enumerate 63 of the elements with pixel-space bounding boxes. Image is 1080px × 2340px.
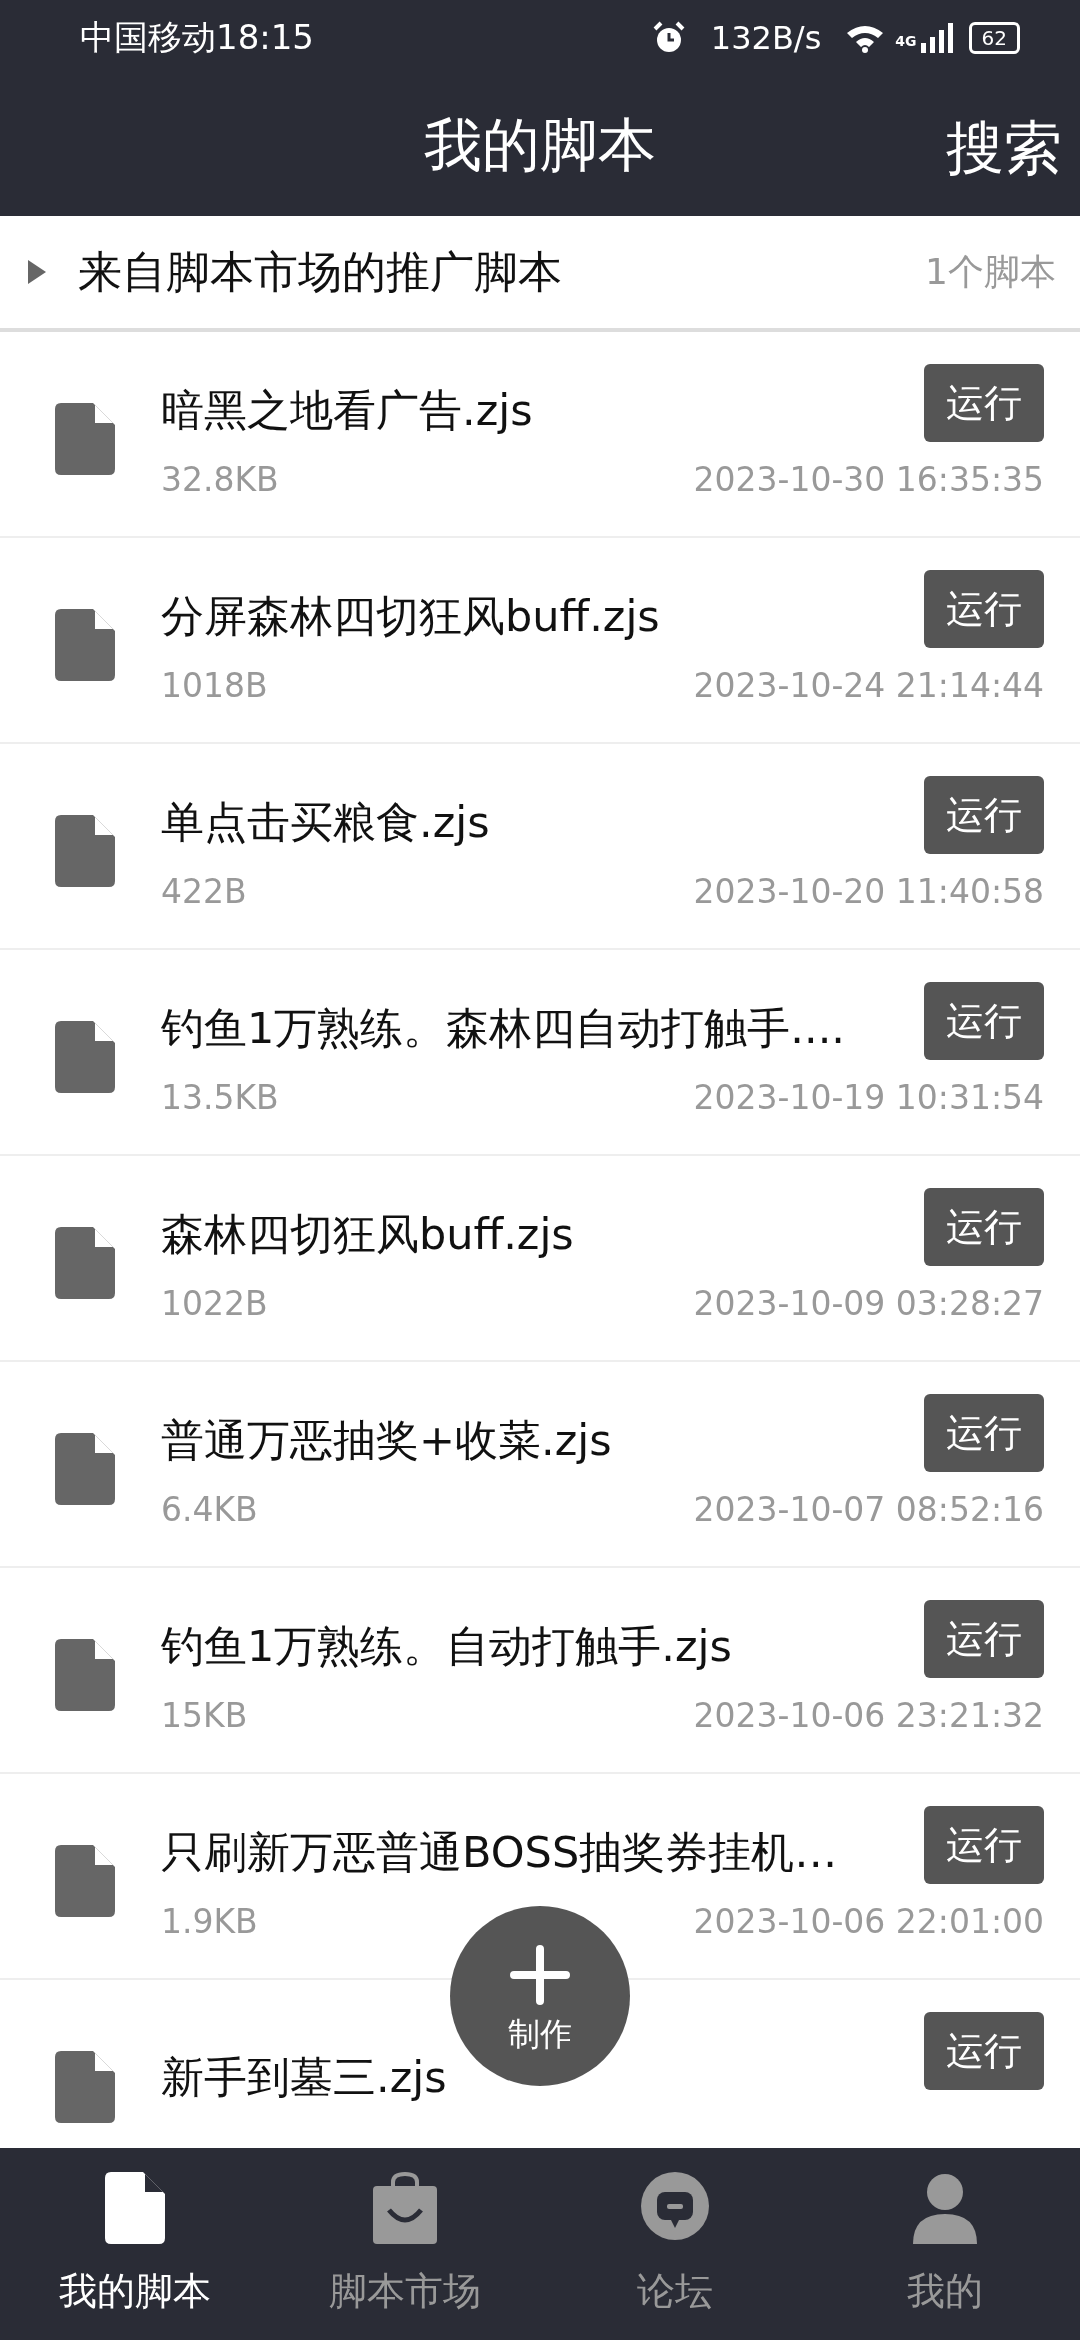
file-icon (55, 403, 115, 475)
document-icon (105, 2171, 165, 2244)
file-size: 1022B (161, 1283, 268, 1323)
run-button[interactable]: 运行 (924, 982, 1044, 1060)
script-name: 暗黑之地看广告.zjs (161, 383, 533, 437)
run-button[interactable]: 运行 (924, 776, 1044, 854)
file-size: 1.9KB (161, 1901, 258, 1941)
file-icon (55, 1845, 115, 1917)
script-name: 普通万恶抽奖+收菜.zjs (161, 1413, 612, 1467)
modified-date: 2023-10-06 22:01:00 (693, 1901, 1044, 1941)
group-title: 来自脚本市场的推广脚本 (78, 244, 563, 299)
run-button[interactable]: 运行 (924, 1806, 1044, 1884)
search-button[interactable]: 搜索 (946, 110, 1062, 188)
file-icon (55, 1227, 115, 1299)
script-name: 只刷新万恶普通BOSS抽奖券挂机… (161, 1825, 838, 1879)
file-icon (55, 1021, 115, 1093)
group-header[interactable]: 来自脚本市场的推广脚本 1个脚本 (0, 216, 1080, 332)
modified-date: 2023-10-06 23:21:32 (693, 1695, 1044, 1735)
modified-date: 2023-10-09 03:28:27 (693, 1283, 1044, 1323)
run-button[interactable]: 运行 (924, 1600, 1044, 1678)
file-size: 13.5KB (161, 1077, 279, 1117)
file-icon (55, 609, 115, 681)
script-name: 森林四切狂风buff.zjs (161, 1207, 574, 1261)
carrier-time: 中国移动18:15 (80, 16, 314, 59)
file-size: 32.8KB (161, 459, 279, 499)
script-name: 新手到墓三.zjs (161, 2051, 447, 2104)
nav-tab[interactable]: 我的 (810, 2148, 1080, 2340)
modified-date: 2023-10-24 21:14:44 (693, 665, 1044, 705)
nav-tab[interactable]: 脚本市场 (270, 2148, 540, 2340)
plus-icon (510, 1944, 570, 2005)
script-name: 钓鱼1万熟练。森林四自动打触手.... (161, 1001, 846, 1055)
wifi-icon (845, 23, 886, 53)
create-button[interactable]: 制作 (450, 1906, 630, 2086)
run-button[interactable]: 运行 (924, 1394, 1044, 1472)
file-size: 422B (161, 871, 247, 911)
nav-tab[interactable]: 我的脚本 (0, 2148, 270, 2340)
run-button[interactable]: 运行 (924, 1188, 1044, 1266)
signal-icon (920, 23, 953, 53)
nav-tab[interactable]: 论坛 (540, 2148, 810, 2340)
file-size: 6.4KB (161, 1489, 258, 1529)
script-name: 分屏森林四切狂风buff.zjs (161, 589, 660, 643)
script-name: 单点击买粮食.zjs (161, 795, 490, 849)
file-size: 1018B (161, 665, 268, 705)
file-size: 15KB (161, 1695, 248, 1735)
file-icon (55, 2051, 115, 2123)
run-button[interactable]: 运行 (924, 2012, 1044, 2090)
file-icon (55, 1639, 115, 1711)
modified-date: 2023-10-07 08:52:16 (693, 1489, 1044, 1529)
network-type: 4G (895, 33, 917, 49)
person-icon (913, 2171, 977, 2244)
battery-indicator: 62 (968, 22, 1020, 54)
modified-date: 2023-10-30 16:35:35 (693, 459, 1044, 499)
group-count: 1个脚本 (925, 249, 1056, 294)
script-name: 钓鱼1万熟练。自动打触手.zjs (161, 1619, 732, 1673)
file-icon (55, 1433, 115, 1505)
file-icon (55, 815, 115, 887)
modified-date: 2023-10-19 10:31:54 (693, 1077, 1044, 1117)
run-button[interactable]: 运行 (924, 364, 1044, 442)
network-speed: 132B/s (710, 19, 822, 57)
page-title: 我的脚本 (424, 110, 656, 181)
run-button[interactable]: 运行 (924, 570, 1044, 648)
modified-date: 2023-10-20 11:40:58 (693, 871, 1044, 911)
shopping-bag-icon (373, 2171, 437, 2244)
